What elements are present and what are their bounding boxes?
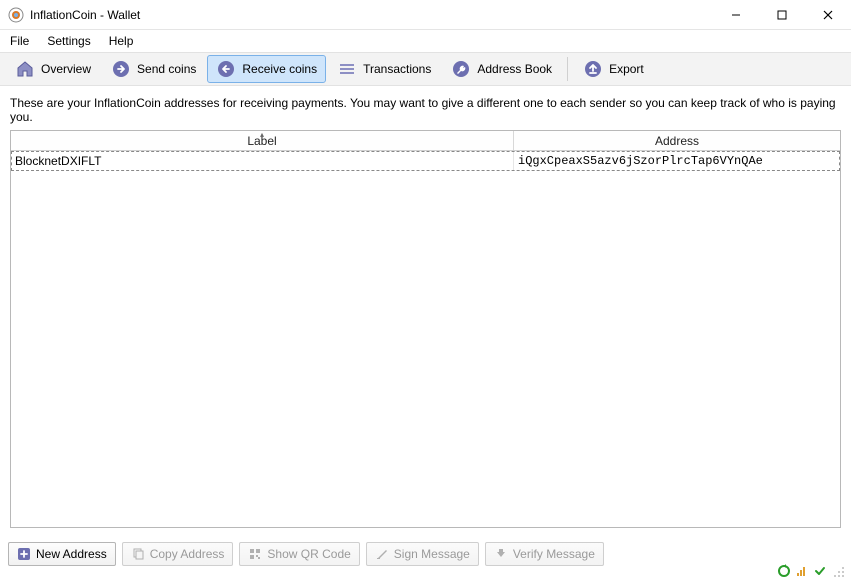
tab-receive[interactable]: Receive coins [207, 55, 326, 83]
cell-address: iQgxCpeaxS5azv6jSzorPlrcTap6VYnQAe [514, 151, 840, 171]
table-body: BlocknetDXIFLT iQgxCpeaxS5azv6jSzorPlrcT… [11, 151, 840, 171]
address-table: ▴ Label Address BlocknetDXIFLT iQgxCpeax… [10, 130, 841, 528]
transactions-icon [337, 59, 357, 79]
copy-address-label: Copy Address [150, 547, 225, 561]
close-button[interactable] [805, 0, 851, 30]
minimize-button[interactable] [713, 0, 759, 30]
sign-message-button[interactable]: Sign Message [366, 542, 479, 566]
statusbar [771, 561, 851, 581]
menu-help[interactable]: Help [109, 34, 134, 48]
tab-export[interactable]: Export [574, 55, 653, 83]
sync-icon [777, 564, 791, 578]
tab-receive-label: Receive coins [242, 62, 317, 76]
verify-message-button[interactable]: Verify Message [485, 542, 604, 566]
titlebar: InflationCoin - Wallet [0, 0, 851, 30]
tab-addressbook-label: Address Book [477, 62, 552, 76]
cell-label: BlocknetDXIFLT [11, 151, 514, 171]
export-icon [583, 59, 603, 79]
copy-icon [131, 547, 145, 561]
send-icon [111, 59, 131, 79]
verify-message-label: Verify Message [513, 547, 595, 561]
menu-settings[interactable]: Settings [47, 34, 90, 48]
show-qr-label: Show QR Code [267, 547, 350, 561]
tab-overview[interactable]: Overview [6, 55, 100, 83]
table-header: ▴ Label Address [11, 131, 840, 151]
show-qr-button[interactable]: Show QR Code [239, 542, 359, 566]
copy-address-button[interactable]: Copy Address [122, 542, 234, 566]
tab-overview-label: Overview [41, 62, 91, 76]
qr-icon [248, 547, 262, 561]
content-area: These are your InflationCoin addresses f… [0, 86, 851, 534]
description-text: These are your InflationCoin addresses f… [10, 96, 841, 124]
tab-send-label: Send coins [137, 62, 196, 76]
wrench-icon [451, 59, 471, 79]
toolbar: Overview Send coins Receive coins Transa… [0, 52, 851, 86]
tab-send[interactable]: Send coins [102, 55, 205, 83]
menubar: File Settings Help [0, 30, 851, 52]
plus-icon [17, 547, 31, 561]
maximize-button[interactable] [759, 0, 805, 30]
network-icon [795, 564, 809, 578]
menu-file[interactable]: File [10, 34, 29, 48]
new-address-button[interactable]: New Address [8, 542, 116, 566]
check-icon [813, 564, 827, 578]
column-header-address-text: Address [655, 134, 699, 148]
new-address-label: New Address [36, 547, 107, 561]
tab-transactions[interactable]: Transactions [328, 55, 440, 83]
home-icon [15, 59, 35, 79]
sign-message-label: Sign Message [394, 547, 470, 561]
receive-icon [216, 59, 236, 79]
table-row[interactable]: BlocknetDXIFLT iQgxCpeaxS5azv6jSzorPlrcT… [11, 151, 840, 171]
tab-transactions-label: Transactions [363, 62, 431, 76]
bottom-toolbar: New Address Copy Address Show QR Code Si… [0, 534, 851, 570]
resize-grip-icon[interactable] [831, 564, 845, 578]
sign-icon [375, 547, 389, 561]
app-icon [8, 7, 24, 23]
toolbar-separator [567, 57, 568, 81]
window-title: InflationCoin - Wallet [30, 8, 140, 22]
tab-export-label: Export [609, 62, 644, 76]
sort-indicator-icon: ▴ [260, 130, 264, 139]
tab-addressbook[interactable]: Address Book [442, 55, 561, 83]
column-header-address[interactable]: Address [514, 131, 840, 150]
verify-icon [494, 547, 508, 561]
column-header-label[interactable]: ▴ Label [11, 131, 514, 150]
